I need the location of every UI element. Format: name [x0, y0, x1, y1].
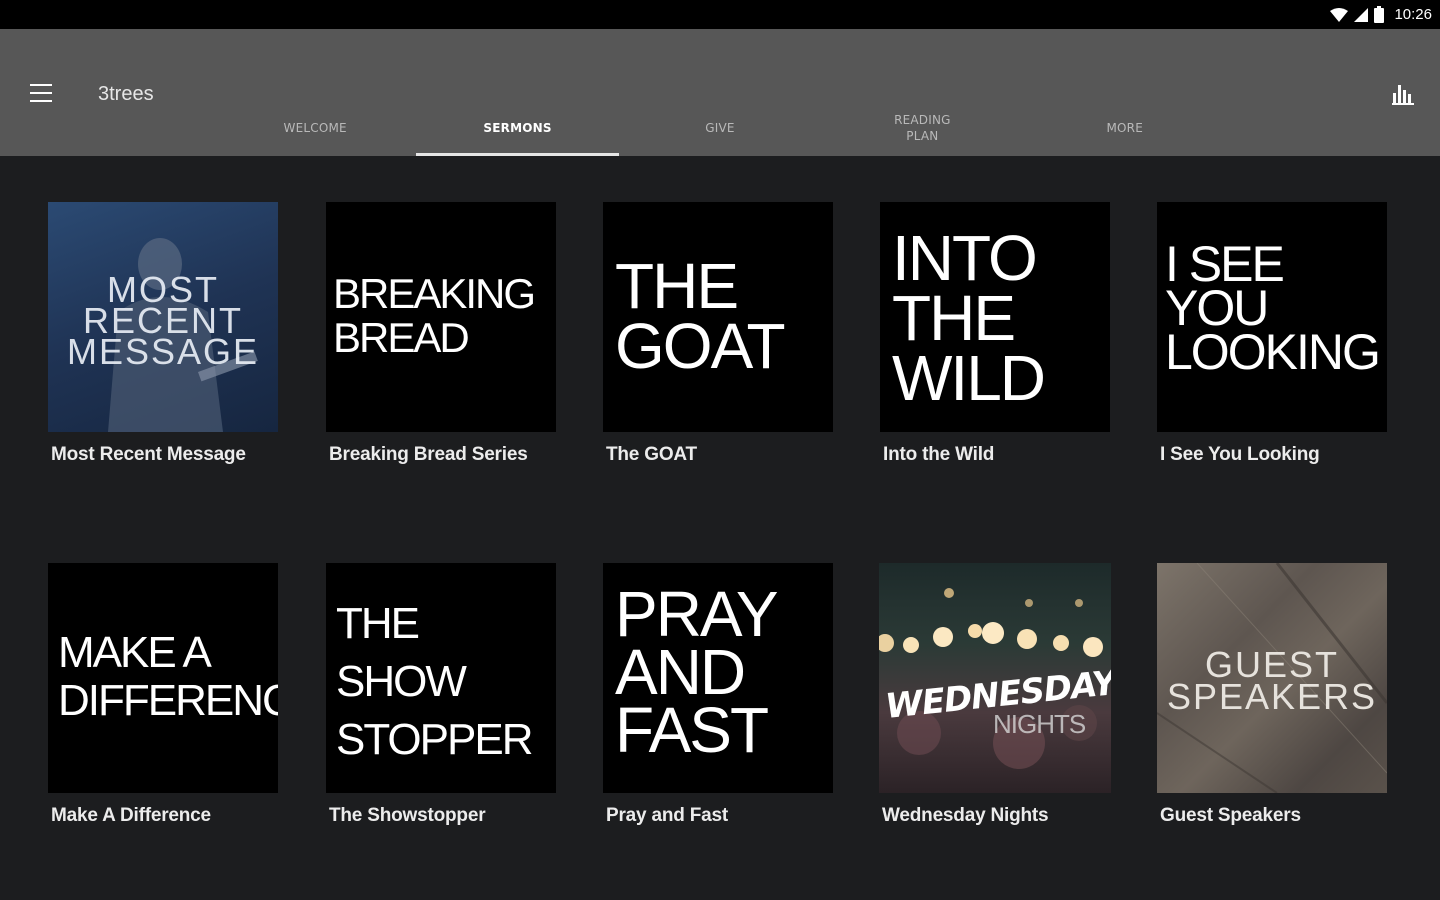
- sermon-caption: I See You Looking: [1160, 444, 1320, 465]
- app-title: 3trees: [98, 83, 154, 105]
- sermon-art-text: MAKE A DIFFERENCE: [58, 628, 278, 725]
- sermon-art-text: BREAKING BREAD: [333, 270, 536, 361]
- sermon-caption: Most Recent Message: [51, 444, 246, 465]
- tab-sermons[interactable]: SERMONS: [416, 100, 620, 156]
- sermon-art-text: I SEE YOU LOOKING: [1165, 236, 1381, 380]
- sermon-tile-breaking-bread[interactable]: BREAKING BREAD Breaking Bread Series: [326, 202, 558, 466]
- sermon-tile-pray-and-fast[interactable]: PRAY AND FAST Pray and Fast: [603, 563, 835, 827]
- sermon-art-text: INTO THE WILD: [892, 222, 1046, 414]
- sermon-art-text: GUEST SPEAKERS: [1166, 644, 1378, 717]
- sermon-caption: The Showstopper: [329, 805, 486, 826]
- sermon-artwork: MOST RECENT MESSAGE: [48, 202, 278, 432]
- sermon-artwork: I SEE YOU LOOKING: [1157, 202, 1387, 432]
- tab-reading-plan[interactable]: READING PLAN: [821, 100, 1023, 156]
- sermon-tile-make-a-difference[interactable]: MAKE A DIFFERENCE Make A Difference: [48, 563, 280, 827]
- status-bar: 10:26: [0, 0, 1440, 29]
- sermon-artwork: GUEST SPEAKERS: [1157, 563, 1387, 793]
- battery-icon: [1374, 6, 1385, 23]
- sermon-tile-the-goat[interactable]: THE GOAT The GOAT: [603, 202, 835, 466]
- tab-welcome[interactable]: WELCOME: [214, 100, 416, 156]
- sermon-tile-guest-speakers[interactable]: GUEST SPEAKERS Guest Speakers: [1157, 563, 1389, 827]
- sermon-tile-most-recent[interactable]: MOST RECENT MESSAGE Most Recent Message: [48, 202, 280, 466]
- sermon-caption: The GOAT: [606, 444, 697, 465]
- sermon-art-text: MOST RECENT MESSAGE: [66, 269, 260, 372]
- sermon-art-text: THE GOAT: [615, 250, 786, 382]
- menu-icon[interactable]: [30, 84, 52, 102]
- sermon-artwork: THE SHOW STOPPER: [326, 563, 556, 793]
- sermon-caption: Pray and Fast: [606, 805, 729, 826]
- sermon-artwork: BREAKING BREAD: [326, 202, 556, 432]
- wifi-icon: [1330, 7, 1349, 22]
- sermon-caption: Breaking Bread Series: [329, 444, 528, 465]
- sermon-caption: Into the Wild: [883, 444, 995, 465]
- sermon-tile-into-the-wild[interactable]: INTO THE WILD Into the Wild: [880, 202, 1112, 466]
- sermon-artwork: THE GOAT: [603, 202, 833, 432]
- status-icons: 10:26: [1330, 0, 1432, 29]
- sermon-art-subtext: NIGHTS: [993, 709, 1086, 739]
- sermon-artwork: MAKE A DIFFERENCE: [48, 563, 278, 793]
- tab-bar: WELCOME SERMONS GIVE READING PLAN MORE: [214, 100, 1226, 156]
- sermon-tile-i-see-you-looking[interactable]: I SEE YOU LOOKING I See You Looking: [1157, 202, 1389, 466]
- sermon-tile-wednesday-nights[interactable]: WEDNESDAY NIGHTS Wednesday Nights: [879, 563, 1111, 827]
- sermon-tile-the-showstopper[interactable]: THE SHOW STOPPER The Showstopper: [326, 563, 558, 827]
- bar-chart-icon[interactable]: [1392, 81, 1416, 105]
- sermon-artwork: WEDNESDAY NIGHTS: [879, 563, 1111, 793]
- tab-more[interactable]: MORE: [1024, 100, 1226, 156]
- sermon-caption: Make A Difference: [51, 805, 211, 826]
- sermon-artwork: INTO THE WILD: [880, 202, 1110, 432]
- sermon-artwork: PRAY AND FAST: [603, 563, 833, 793]
- status-time: 10:26: [1394, 6, 1432, 23]
- cell-signal-icon: [1354, 7, 1369, 22]
- tab-give[interactable]: GIVE: [619, 100, 821, 156]
- sermon-caption: Guest Speakers: [1160, 805, 1301, 826]
- sermon-caption: Wednesday Nights: [882, 805, 1049, 826]
- sermon-art-text: THE SHOW STOPPER: [336, 599, 533, 764]
- sermon-art-text: PRAY AND FAST: [615, 578, 779, 766]
